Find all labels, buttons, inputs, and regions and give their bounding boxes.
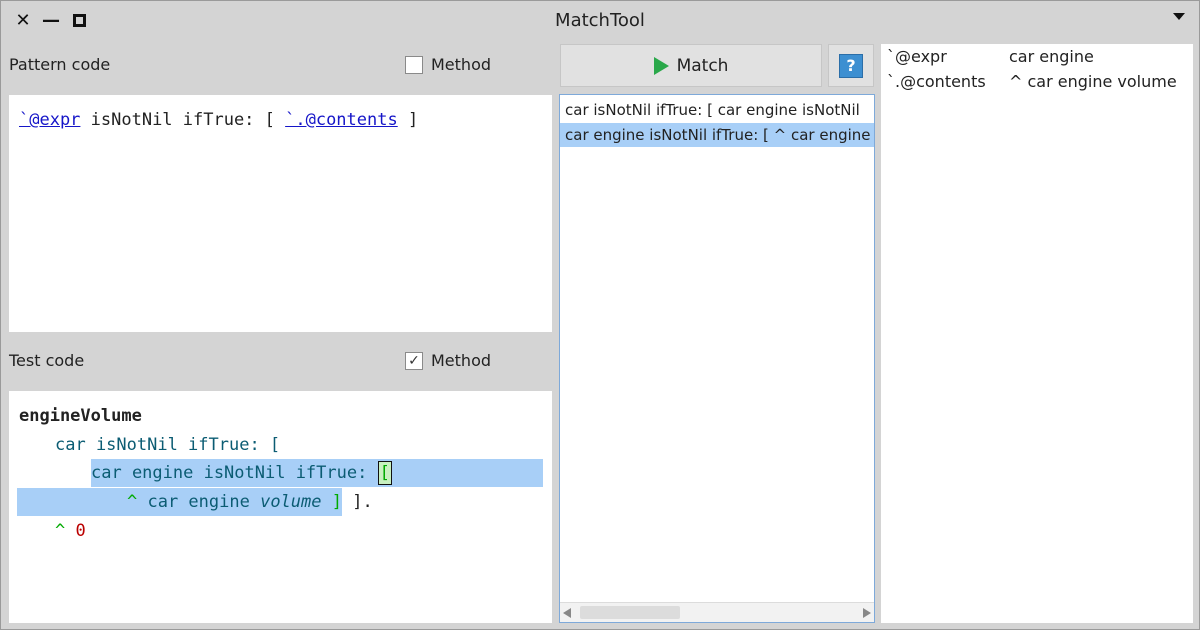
match-list-item[interactable]: car isNotNil ifTrue: [ car engine isNotN…	[560, 98, 874, 122]
scrollbar-thumb[interactable]	[580, 606, 680, 619]
horizontal-scrollbar[interactable]	[560, 602, 874, 622]
binding-key: `.@contents	[887, 72, 986, 91]
minimize-icon[interactable]: —	[41, 10, 61, 31]
pattern-code-label: Pattern code	[9, 55, 111, 74]
closing-bracket: ]	[321, 492, 342, 512]
number-literal: 0	[75, 521, 86, 541]
test-method-checkbox[interactable]: ✓ Method	[405, 351, 491, 370]
checkbox-unchecked-icon[interactable]	[405, 55, 423, 74]
scroll-right-icon[interactable]	[863, 608, 871, 618]
test-code-line-2: car isNotNil ifTrue: [	[55, 431, 280, 459]
play-icon	[653, 56, 669, 75]
bindings-panel[interactable]: `@expr car engine `.@contents ^ car engi…	[881, 44, 1193, 623]
title-bar: ✕ — MatchTool	[1, 1, 1199, 41]
test-code-label: Test code	[9, 351, 85, 370]
scroll-left-icon[interactable]	[563, 608, 571, 618]
binding-value: car engine	[1009, 47, 1094, 66]
pattern-code-header: Pattern code Method	[1, 41, 553, 91]
test-code-text: ].	[341, 492, 373, 512]
binding-row[interactable]: `@expr car engine	[887, 45, 1187, 69]
pattern-method-checkbox[interactable]: Method	[405, 55, 491, 74]
window-menu-icon[interactable]	[1173, 13, 1185, 20]
pattern-code-line: `@expr isNotNil ifTrue: [ `.@contents ]	[19, 106, 418, 134]
help-icon: ?	[839, 53, 863, 78]
binding-value: ^ car engine volume	[1009, 72, 1177, 91]
test-code-line-5: ^ 0	[55, 517, 86, 545]
test-code-editor[interactable]: engineVolume car isNotNil ifTrue: [ car …	[9, 391, 552, 623]
pattern-code-text: isNotNil ifTrue: [	[80, 110, 286, 130]
test-code-text: car engine isNotNil ifTrue:	[91, 463, 378, 483]
window-title: MatchTool	[555, 10, 645, 31]
binding-key: `@expr	[887, 47, 947, 66]
match-list-item-selected[interactable]: car engine isNotNil ifTrue: [ ^ car engi…	[560, 123, 874, 147]
method-name: engineVolume	[19, 406, 142, 426]
pattern-code-end: ]	[397, 110, 419, 130]
highlighted-code-line-3: car engine isNotNil ifTrue: [	[91, 459, 543, 487]
pattern-code-editor[interactable]: `@expr isNotNil ifTrue: [ `.@contents ]	[9, 95, 552, 332]
pattern-var-expr[interactable]: `@expr	[19, 110, 80, 130]
test-code-header: Test code ✓ Method	[1, 337, 553, 387]
matchtool-window: ✕ — MatchTool Pattern code Method `@expr…	[0, 0, 1200, 630]
close-icon[interactable]: ✕	[13, 10, 33, 31]
pattern-var-contents[interactable]: `.@contents	[285, 110, 398, 130]
return-caret: ^	[127, 492, 138, 512]
checkbox-checked-icon[interactable]: ✓	[405, 351, 423, 370]
highlighted-code-line-4: ^ car engine volume ] ].	[17, 488, 373, 516]
test-code-text: car engine	[137, 492, 261, 512]
pattern-method-label: Method	[431, 55, 492, 74]
match-button-label: Match	[676, 55, 729, 76]
maximize-icon[interactable]	[69, 10, 89, 30]
test-method-label: Method	[431, 351, 492, 370]
return-caret: ^	[55, 521, 66, 541]
test-code-selector: volume	[260, 492, 322, 512]
help-button[interactable]: ?	[828, 44, 874, 87]
matches-list[interactable]: car isNotNil ifTrue: [ car engine isNotN…	[559, 94, 875, 623]
test-code-text: car isNotNil ifTrue: [	[55, 435, 281, 455]
match-button[interactable]: Match	[560, 44, 822, 87]
matching-bracket: [	[377, 461, 392, 485]
binding-row[interactable]: `.@contents ^ car engine volume	[887, 70, 1187, 94]
